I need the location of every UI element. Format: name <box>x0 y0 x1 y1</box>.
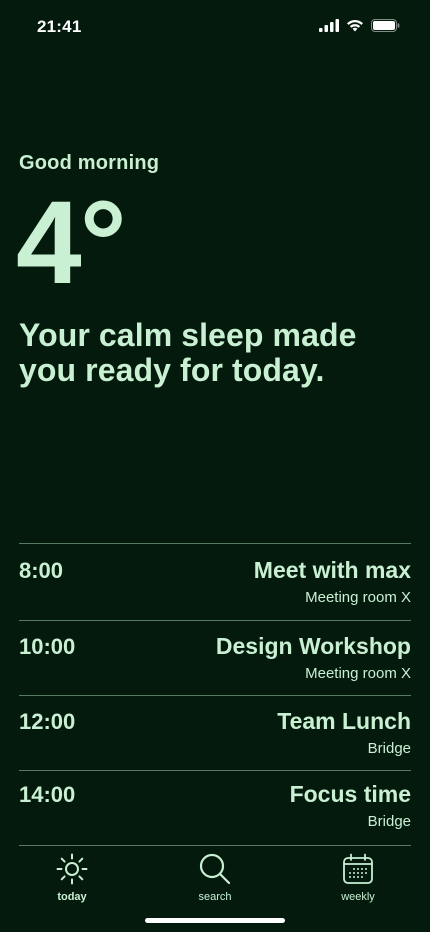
schedule-item[interactable]: 12:00 Team Lunch Bridge <box>19 695 411 770</box>
event-time: 14:00 <box>19 782 76 807</box>
tab-label: today <box>57 891 87 903</box>
tab-label: search <box>198 891 232 903</box>
event-location: Meeting room X <box>305 665 411 682</box>
event-time: 12:00 <box>19 709 76 734</box>
search-icon <box>199 853 231 885</box>
tab-label: weekly <box>341 891 375 903</box>
home-indicator[interactable] <box>145 918 285 923</box>
status-icons <box>319 19 400 32</box>
schedule-item[interactable]: 8:00 Meet with max Meeting room X <box>19 543 411 620</box>
calendar-icon <box>343 853 373 884</box>
event-location: Bridge <box>367 740 411 757</box>
event-title: Design Workshop <box>215 633 411 659</box>
schedule-item[interactable]: 14:00 Focus time Bridge <box>19 770 411 845</box>
event-title: Focus time <box>289 781 411 807</box>
event-location: Meeting room X <box>305 589 411 606</box>
event-time: 10:00 <box>19 634 76 659</box>
temperature: 4° <box>16 177 127 309</box>
event-location: Bridge <box>367 813 411 830</box>
tab-today[interactable]: today <box>27 852 117 903</box>
tab-weekly[interactable]: weekly <box>313 852 403 903</box>
greeting: Good morning <box>19 152 160 174</box>
event-title: Team Lunch <box>277 708 411 734</box>
tab-bar: today search weekly <box>0 846 430 910</box>
battery-icon <box>371 19 400 32</box>
status-time: 21:41 <box>37 17 82 36</box>
tab-search[interactable]: search <box>170 852 260 903</box>
schedule-item[interactable]: 10:00 Design Workshop Meeting room X <box>19 620 411 695</box>
status-bar: 21:41 <box>0 0 430 56</box>
event-time: 8:00 <box>19 558 64 583</box>
schedule-list: 8:00 Meet with max Meeting room X 10:00 … <box>19 543 411 846</box>
cellular-signal-icon <box>319 19 339 32</box>
event-title: Meet with max <box>253 557 411 583</box>
wifi-icon <box>347 20 363 32</box>
sun-icon <box>56 853 88 885</box>
sleep-message: Your calm sleep made you ready for today… <box>19 317 357 388</box>
